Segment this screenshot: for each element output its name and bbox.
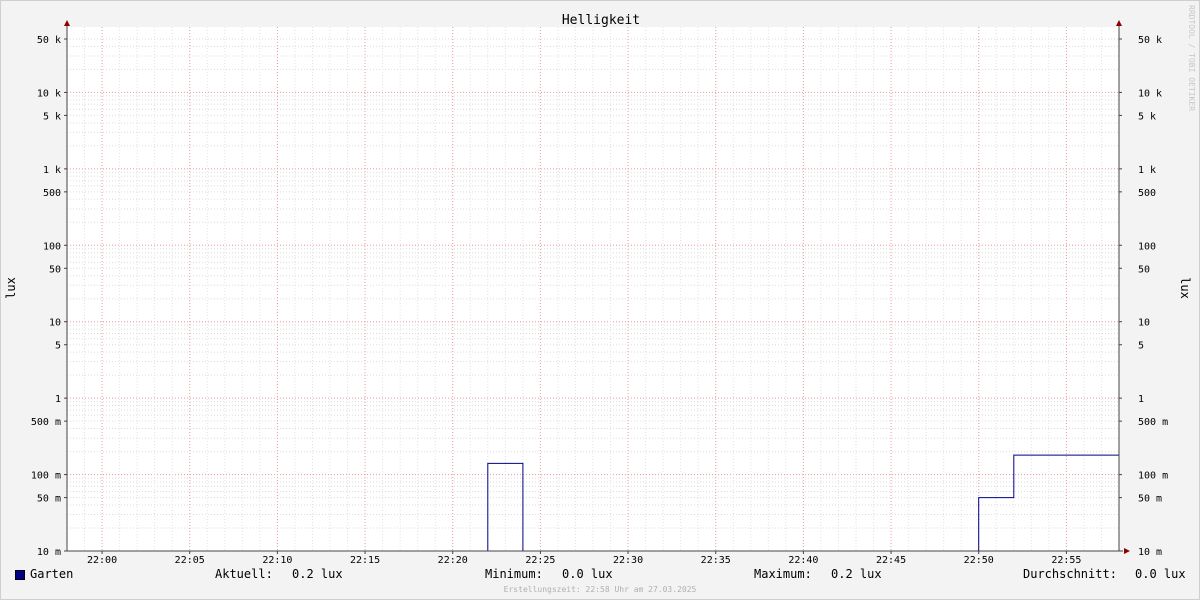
y-tick-label-left: 50 k (37, 35, 61, 46)
x-tick-label: 22:40 (788, 555, 818, 566)
y-tick-label-right: 50 (1138, 264, 1150, 275)
x-tick-label: 22:00 (87, 555, 117, 566)
y-tick-label-left: 1 k (43, 165, 61, 176)
legend-max-value: 0.2 lux (831, 567, 882, 581)
chart-svg: 10 m 10 m 50 m 50 m 100 m 100 m 500 m 500 m 1 1 5 5… (4, 13, 1192, 566)
y-axis-arrow-right (1116, 20, 1122, 26)
y-tick-label-right: 50 k (1138, 35, 1162, 46)
y-tick-label-right: 10 k (1138, 88, 1162, 99)
y-tick-label-right: 500 (1138, 188, 1156, 199)
legend-max-label: Maximum: (754, 567, 812, 581)
y-tick-label-left: 10 (49, 318, 61, 329)
y-tick-label-right: 10 (1138, 318, 1150, 329)
y-tick-label-left: 100 m (31, 471, 61, 482)
y-tick-label-right: 100 m (1138, 471, 1168, 482)
y-tick-label-left: 100 (43, 241, 61, 252)
legend-swatch-garten (15, 570, 25, 580)
y-tick-label-left: 5 (55, 341, 61, 352)
y-tick-label-right: 500 m (1138, 417, 1168, 428)
y-tick-label-left: 50 m (37, 494, 61, 505)
x-tick-label: 22:45 (876, 555, 906, 566)
legend-avg-label: Durchschnitt: (1023, 567, 1117, 581)
creation-time: Erstellungszeit: 22:58 Uhr am 27.03.2025 (503, 585, 697, 594)
y-tick-label-right: 1 (1138, 394, 1144, 405)
x-axis-arrow (1124, 548, 1130, 554)
x-tick-label: 22:30 (613, 555, 643, 566)
y-axis-label-left: lux (4, 277, 18, 299)
x-tick-label: 22:10 (262, 555, 292, 566)
x-tick-label: 22:50 (964, 555, 994, 566)
x-tick-label: 22:20 (438, 555, 468, 566)
chart-title: Helligkeit (562, 13, 640, 28)
legend-min-value: 0.0 lux (562, 567, 613, 581)
x-tick-label: 22:15 (350, 555, 380, 566)
legend: Garten Aktuell: 0.2 lux Minimum: 0.0 lux… (1, 567, 1199, 585)
y-tick-label-left: 1 (55, 394, 61, 405)
legend-current-label: Aktuell: (215, 567, 273, 581)
y-tick-label-right: 100 (1138, 241, 1156, 252)
y-axis-label-right: lux (1178, 277, 1192, 299)
y-axis-arrow-left (64, 20, 70, 26)
legend-min-label: Minimum: (485, 567, 543, 581)
x-tick-label: 22:55 (1051, 555, 1081, 566)
y-tick-label-left: 500 m (31, 417, 61, 428)
legend-current-value: 0.2 lux (292, 567, 343, 581)
legend-avg-value: 0.0 lux (1135, 567, 1186, 581)
x-tick-label: 22:05 (175, 555, 205, 566)
x-tick-label: 22:25 (525, 555, 555, 566)
y-tick-label-right: 10 m (1138, 547, 1162, 558)
y-tick-label-right: 5 k (1138, 111, 1156, 122)
chart-window: 10 m 10 m 50 m 50 m 100 m 100 m 500 m 500 m 1 1 5 5… (0, 0, 1200, 600)
watermark: RRDTOOL / TOBI OETIKER (1187, 5, 1196, 111)
legend-series-name: Garten (30, 567, 74, 581)
y-tick-label-right: 1 k (1138, 165, 1156, 176)
y-tick-label-left: 50 (49, 264, 61, 275)
y-tick-label-left: 5 k (43, 111, 61, 122)
y-tick-label-right: 5 (1138, 341, 1144, 352)
y-tick-label-right: 50 m (1138, 494, 1162, 505)
y-tick-label-left: 10 m (37, 547, 61, 558)
x-tick-label: 22:35 (701, 555, 731, 566)
y-tick-label-left: 10 k (37, 88, 61, 99)
y-tick-label-left: 500 (43, 188, 61, 199)
